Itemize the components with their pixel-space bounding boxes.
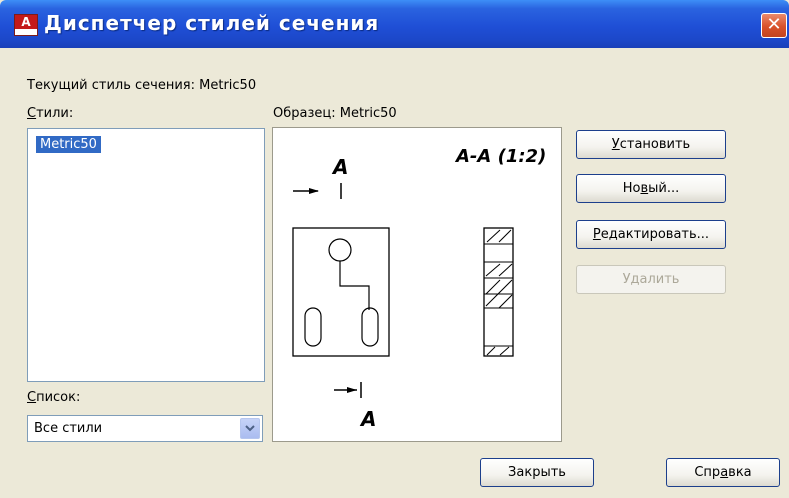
preview-label: Образец: Metric50 [273,106,397,121]
plate-outline [292,227,390,357]
list-filter-select[interactable]: Все стили [27,415,263,442]
marker-letter-top: А [331,155,348,179]
new-button[interactable]: Новый... [576,174,726,203]
dropdown-arrow-icon[interactable] [240,418,260,439]
autocad-app-icon: A [14,14,38,36]
styles-listbox[interactable]: Metric50 [27,128,265,382]
current-style-label: Текущий стиль сечения: Metric50 [27,78,257,93]
close-button[interactable]: Закрыть [480,458,594,487]
styles-label: Стили: [27,106,74,121]
list-filter-label: Список: [27,390,81,405]
list-filter-value: Все стили [34,421,103,436]
window-title: Диспетчер стилей сечения [44,11,380,35]
title-bar[interactable]: A Диспетчер стилей сечения ✕ [0,0,789,48]
set-current-button[interactable]: Установить [576,130,726,159]
preview-panel: А А-А (1:2) А [272,127,562,442]
help-button[interactable]: Справка [666,458,780,487]
delete-button[interactable]: Удалить [576,265,726,294]
styles-list-item[interactable]: Metric50 [35,135,102,154]
marker-letter-bottom: А [359,407,376,431]
edit-button[interactable]: Редактировать... [576,220,726,249]
section-preview-drawing: А А-А (1:2) А [292,146,546,431]
close-icon[interactable]: ✕ [761,13,787,38]
section-title: А-А (1:2) [454,146,546,167]
